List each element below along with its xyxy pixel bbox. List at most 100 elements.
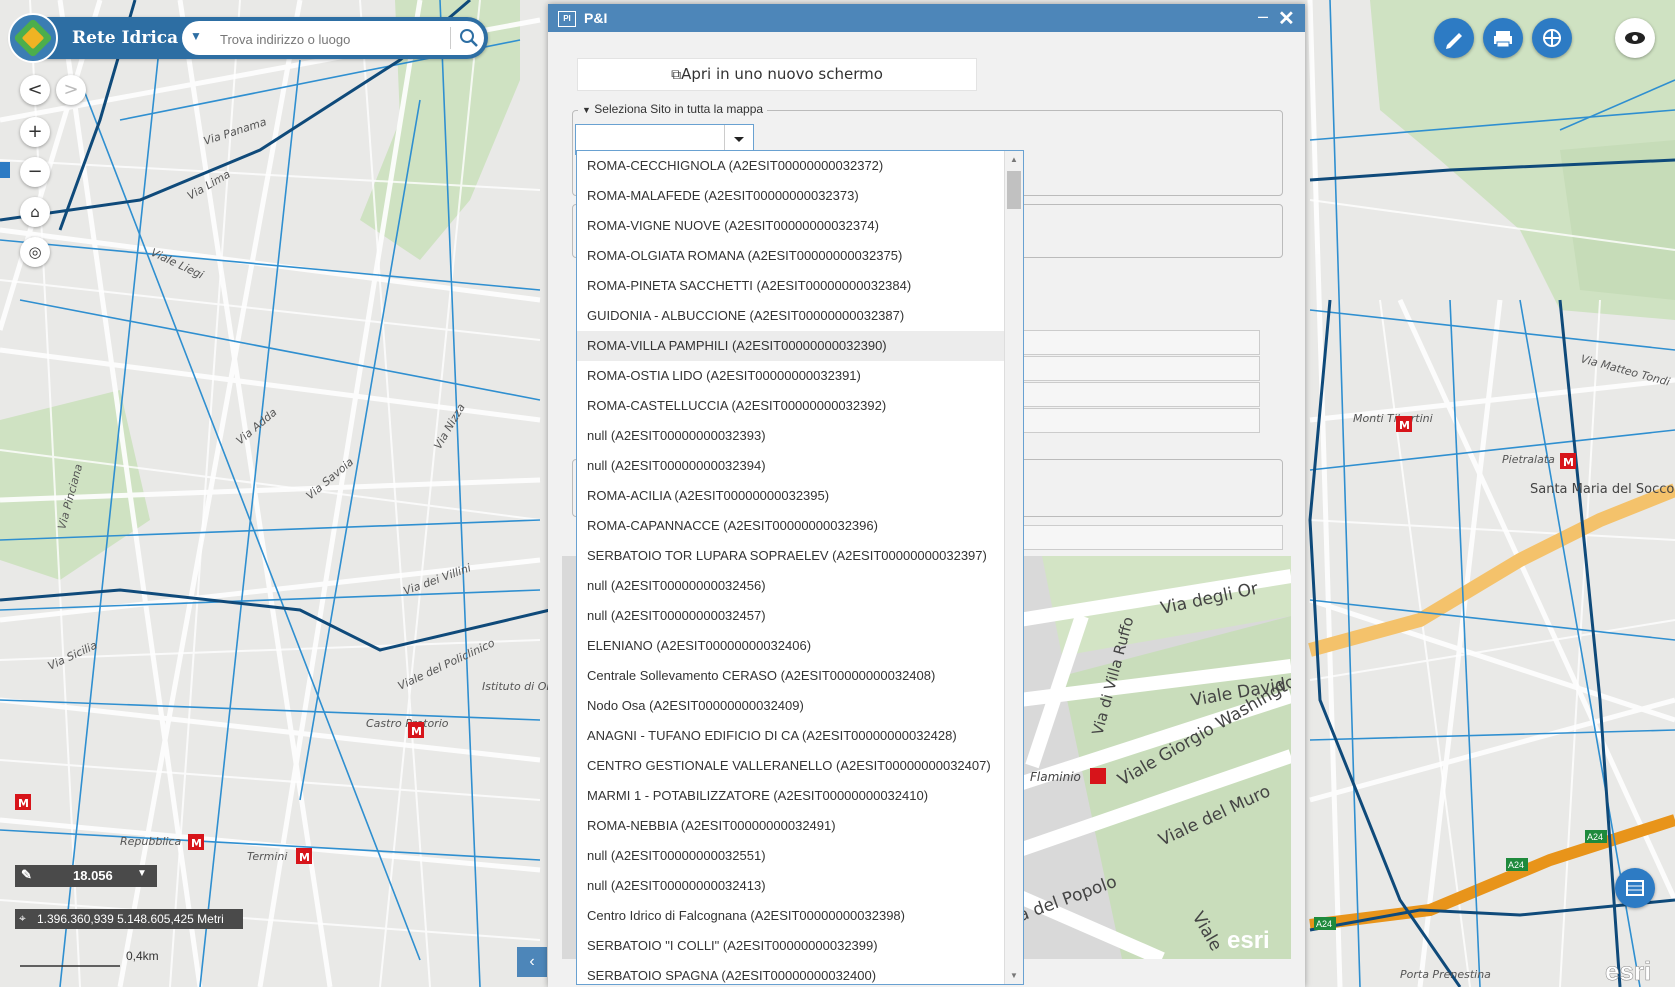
minimap-label-flaminio: Flaminio	[1030, 770, 1081, 784]
home-button[interactable]: ⌂	[20, 197, 50, 227]
scrollbar-thumb[interactable]	[1007, 171, 1021, 209]
metro-icon: M	[1560, 453, 1576, 469]
print-icon	[1494, 31, 1512, 48]
metro-icon: M	[15, 794, 31, 810]
dropdown-option[interactable]: null (A2ESIT00000000032413)	[577, 871, 1005, 901]
back-extent-button[interactable]: <	[20, 75, 50, 105]
open-new-window-label: Apri in uno nuovo schermo	[681, 65, 883, 83]
scroll-down-icon[interactable]: ▼	[1010, 971, 1018, 980]
search-button[interactable]	[458, 27, 480, 49]
metro-icon	[1090, 768, 1106, 784]
metro-icon: M	[188, 834, 204, 850]
svg-text:M: M	[411, 725, 422, 738]
dropdown-option[interactable]: ROMA-OSTIA LIDO (A2ESIT00000000032391)	[577, 361, 1005, 391]
app-title: Rete Idrica	[72, 28, 179, 48]
dropdown-option[interactable]: ROMA-VILLA PAMPHILI (A2ESIT0000000003239…	[577, 331, 1005, 361]
coordinate-display: ⌖ 1.396.360,939 5.148.605,425 Metri	[15, 909, 243, 929]
attribute-row	[992, 408, 1260, 433]
site-dropdown-list[interactable]: ROMA-CECCHIGNOLA (A2ESIT00000000032372) R…	[576, 150, 1024, 985]
dropdown-option[interactable]: SERBATOIO "I COLLI" (A2ESIT0000000003239…	[577, 931, 1005, 961]
attribute-table-button[interactable]	[1615, 868, 1655, 908]
svg-text:M: M	[1399, 419, 1410, 432]
dropdown-option[interactable]: GUIDONIA - ALBUCCIONE (A2ESIT00000000032…	[577, 301, 1005, 331]
map-label-pietralata: Pietralata	[1502, 453, 1555, 466]
dropdown-option[interactable]: null (A2ESIT00000000032394)	[577, 451, 1005, 481]
a24-label: A24	[1587, 832, 1603, 842]
a24-label: A24	[1316, 919, 1332, 929]
minimap-esri-logo: esri	[1227, 927, 1270, 954]
coordinate-text: 1.396.360,939 5.148.605,425 Metri	[37, 912, 224, 926]
layer-visibility-button[interactable]	[1615, 18, 1655, 58]
dropdown-option[interactable]: ROMA-CECCHIGNOLA (A2ESIT00000000032372)	[577, 151, 1005, 181]
open-new-window-button[interactable]: ⧉Apri in uno nuovo schermo	[577, 58, 977, 91]
dropdown-option[interactable]: ELENIANO (A2ESIT00000000032406)	[577, 631, 1005, 661]
dropdown-option[interactable]: ROMA-ACILIA (A2ESIT00000000032395)	[577, 481, 1005, 511]
svg-text:M: M	[191, 837, 202, 850]
dropdown-option[interactable]: null (A2ESIT00000000032393)	[577, 421, 1005, 451]
collapse-panel-button[interactable]: ‹	[517, 947, 547, 977]
attribute-row	[992, 356, 1260, 381]
close-icon: ✕	[1278, 8, 1295, 30]
attribute-row	[992, 525, 1283, 550]
dropdown-option[interactable]: ROMA-VIGNE NUOVE (A2ESIT00000000032374)	[577, 211, 1005, 241]
dropdown-option[interactable]: ANAGNI - TUFANO EDIFICIO DI CA (A2ESIT00…	[577, 721, 1005, 751]
search-source-dropdown[interactable]: ▼	[190, 29, 208, 47]
map-label-repubblica: Repubblica	[120, 835, 181, 848]
app-logo	[8, 13, 58, 63]
chevron-down-icon: ▼	[137, 868, 147, 879]
dropdown-option[interactable]: Nodo Osa (A2ESIT00000000032409)	[577, 691, 1005, 721]
dropdown-option[interactable]: null (A2ESIT00000000032456)	[577, 571, 1005, 601]
eye-icon	[1625, 32, 1645, 44]
scale-selector[interactable]: ✎ 18.056 ▼	[15, 865, 157, 887]
pencil-icon	[1446, 33, 1462, 49]
print-button[interactable]	[1483, 18, 1523, 58]
dropdown-option[interactable]: SERBATOIO SPAGNA (A2ESIT00000000032400)	[577, 961, 1005, 984]
svg-text:M: M	[18, 797, 29, 810]
basemap-gallery-button[interactable]	[1532, 18, 1572, 58]
dropdown-option[interactable]: MARMI 1 - POTABILIZZATORE (A2ESIT0000000…	[577, 781, 1005, 811]
map-label-monti-tiburtini: Monti Tiburtini	[1353, 412, 1433, 425]
forward-extent-button[interactable]: >	[56, 75, 86, 105]
locate-button[interactable]: ◎	[20, 237, 50, 267]
dropdown-scrollbar[interactable]: ▲ ▼	[1004, 151, 1023, 984]
attribute-row	[992, 382, 1260, 407]
minimize-button[interactable]: –	[1258, 6, 1268, 27]
collapse-arrow-icon: ▼	[582, 105, 591, 115]
dropdown-option[interactable]: SERBATOIO TOR LUPARA SOPRAELEV (A2ESIT00…	[577, 541, 1005, 571]
dropdown-option[interactable]: ROMA-MALAFEDE (A2ESIT00000000032373)	[577, 181, 1005, 211]
zoom-in-button[interactable]: +	[20, 117, 50, 147]
dropdown-option[interactable]: null (A2ESIT00000000032551)	[577, 841, 1005, 871]
dropdown-option[interactable]: null (A2ESIT00000000032457)	[577, 601, 1005, 631]
home-icon: ⌂	[30, 203, 40, 221]
app-header: Rete Idrica ▼	[8, 13, 488, 63]
search-icon	[460, 29, 478, 47]
dropdown-option[interactable]: Centro Idrico di Falcognana (A2ESIT00000…	[577, 901, 1005, 931]
dropdown-option[interactable]: CENTRO GESTIONALE VALLERANELLO (A2ESIT00…	[577, 751, 1005, 781]
scalebar-label: 0,4km	[126, 949, 159, 963]
dropdown-option[interactable]: ROMA-NEBBIA (A2ESIT00000000032491)	[577, 811, 1005, 841]
dropdown-option[interactable]: Centrale Sollevamento CERASO (A2ESIT0000…	[577, 661, 1005, 691]
dropdown-option[interactable]: ROMA-PINETA SACCHETTI (A2ESIT00000000032…	[577, 271, 1005, 301]
metro-icon: M	[1396, 416, 1412, 432]
close-button[interactable]: ✕	[1278, 6, 1295, 31]
map-label-porta-prenestina: Porta Prenestina	[1400, 968, 1491, 981]
scroll-up-icon[interactable]: ▲	[1010, 155, 1018, 164]
svg-text:M: M	[299, 851, 310, 864]
metro-icon: M	[296, 848, 312, 864]
dropdown-option[interactable]: ROMA-OLGIATA ROMANA (A2ESIT0000000003237…	[577, 241, 1005, 271]
search-input[interactable]	[218, 27, 422, 51]
panel-title: P&I	[584, 10, 608, 26]
dropdown-option[interactable]: ROMA-CAPANNACCE (A2ESIT00000000032396)	[577, 511, 1005, 541]
site-select-legend[interactable]: ▼ Seleziona Sito in tutta la mappa	[578, 102, 768, 116]
external-link-icon: ⧉	[671, 67, 682, 83]
map-label-castro-pretorio: Castro Pretorio	[366, 717, 449, 730]
measure-tool-button[interactable]	[1434, 18, 1474, 58]
metro-icon: M	[408, 722, 424, 738]
side-tab-icon[interactable]	[0, 162, 10, 178]
dropdown-option[interactable]: ROMA-CASTELLUCCIA (A2ESIT00000000032392)	[577, 391, 1005, 421]
zoom-out-button[interactable]: −	[20, 157, 50, 187]
scale-value: 18.056	[73, 868, 113, 883]
ruler-icon: ✎	[21, 867, 32, 882]
svg-text:M: M	[1563, 456, 1574, 469]
a24-label: A24	[1508, 860, 1524, 870]
